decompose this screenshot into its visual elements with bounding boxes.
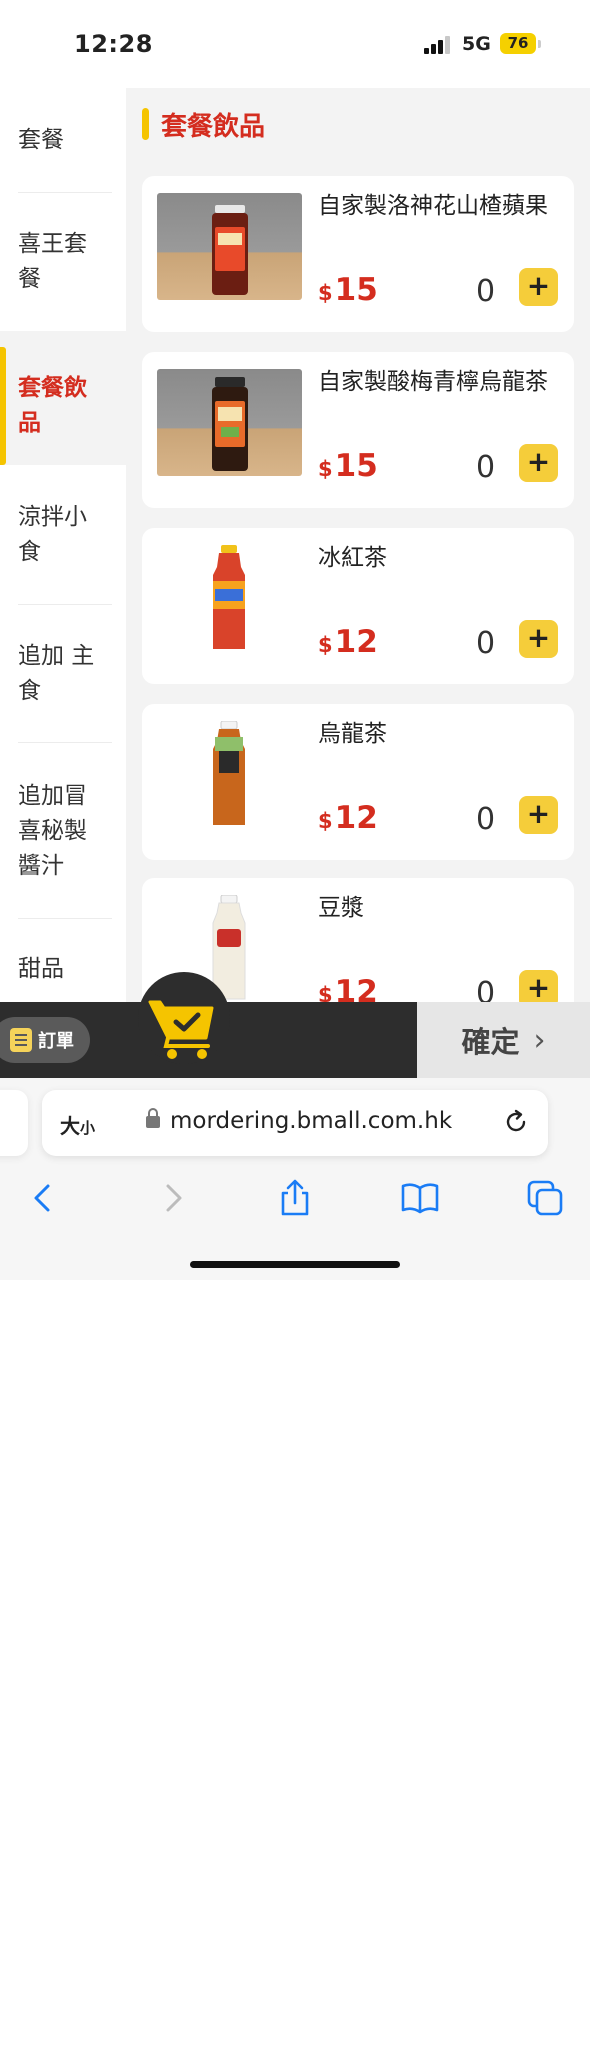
chevron-right-icon: ›: [533, 1022, 546, 1058]
sidebar-item-label: 追加冒喜秘製醬汁: [18, 782, 87, 879]
sidebar-item-dessert[interactable]: 甜品: [0, 919, 126, 1002]
address-bar[interactable]: 大小 mordering.bmall.com.hk: [42, 1090, 548, 1156]
text-size-button[interactable]: 大小: [60, 1110, 95, 1139]
sidebar-item-set-meal[interactable]: 套餐: [0, 88, 126, 193]
sidebar-item-label: 追加 主食: [18, 643, 95, 704]
product-card[interactable]: 自家製酸梅青檸烏龍茶 $15 0 +: [142, 352, 574, 508]
status-time: 12:28: [74, 30, 153, 58]
sidebar-item-label: 喜王套餐: [18, 231, 87, 292]
product-image: [157, 545, 302, 652]
currency-symbol: $: [318, 809, 333, 833]
sidebar-item-label: 套餐: [18, 127, 64, 153]
home-indicator: [190, 1261, 400, 1268]
category-sidebar: 套餐 喜王套餐 套餐飲品 涼拌小食 追加 主食 追加冒喜秘製醬汁 甜品: [0, 88, 126, 1002]
product-list: 套餐飲品 自家製洛神花山楂蘋果 $15 0 + 自家製酸梅青檸烏龍茶 $15 0…: [126, 88, 590, 1002]
currency-symbol: $: [318, 983, 333, 1002]
sidebar-item-label: 甜品: [18, 955, 64, 982]
sidebar-item-cold-dishes[interactable]: 涼拌小食: [0, 465, 126, 605]
product-price: $12: [318, 800, 378, 836]
product-name: 冰紅茶: [318, 545, 387, 571]
price-value: 12: [334, 974, 378, 1002]
product-card[interactable]: 烏龍茶 $12 0 +: [142, 704, 574, 860]
product-price: $15: [318, 272, 378, 308]
price-value: 12: [334, 800, 378, 836]
product-name: 自家製洛神花山楂蘋果: [318, 193, 548, 219]
add-to-cart-button[interactable]: +: [519, 970, 558, 1002]
quantity-display: 0: [476, 626, 496, 661]
product-name: 豆漿: [318, 895, 364, 921]
bottle-image: [212, 205, 248, 295]
sidebar-item-extra-sauce[interactable]: 追加冒喜秘製醬汁: [0, 743, 126, 919]
product-image: [157, 193, 302, 300]
share-icon[interactable]: [275, 1178, 315, 1218]
reload-icon[interactable]: [502, 1108, 530, 1136]
product-card[interactable]: 冰紅茶 $12 0 +: [142, 528, 574, 684]
sidebar-item-set-drinks[interactable]: 套餐飲品: [0, 347, 126, 465]
battery-icon: 76: [500, 33, 536, 54]
product-image: [157, 369, 302, 476]
bottle-image: [213, 721, 245, 825]
add-to-cart-button[interactable]: +: [519, 620, 558, 658]
product-price: $12: [318, 974, 378, 1002]
order-list-icon: [10, 1028, 32, 1052]
sidebar-item-label: 涼拌小食: [18, 504, 87, 565]
section-header: 套餐飲品: [142, 108, 266, 142]
cart-icon[interactable]: [148, 996, 218, 1060]
quantity-display: 0: [476, 274, 496, 309]
currency-symbol: $: [318, 457, 333, 481]
product-price: $12: [318, 624, 378, 660]
section-title: 套餐飲品: [161, 111, 266, 142]
bottle-image: [212, 377, 248, 471]
product-name: 自家製酸梅青檸烏龍茶: [318, 369, 548, 395]
confirm-button[interactable]: 確定 ›: [417, 1002, 590, 1078]
currency-symbol: $: [304, 2029, 320, 2057]
battery-tip: [538, 40, 541, 48]
price-value: 15: [334, 272, 378, 308]
order-label: 訂單: [38, 1031, 74, 1052]
quantity-display: 0: [476, 450, 496, 485]
confirm-label: 確定: [461, 1025, 520, 1059]
url-text: mordering.bmall.com.hk: [170, 1108, 453, 1134]
product-name: 烏龍茶: [318, 721, 387, 747]
quantity-display: 0: [476, 802, 496, 837]
text-size-large: 大: [60, 1114, 80, 1138]
sidebar-gap: [0, 331, 126, 347]
signal-icon: [424, 36, 452, 54]
bottle-image: [213, 545, 245, 649]
status-bar: 12:28 5G 76: [0, 0, 590, 88]
order-button[interactable]: 訂單: [0, 1017, 90, 1063]
total-value: 0: [323, 2020, 345, 2060]
add-to-cart-button[interactable]: +: [519, 444, 558, 482]
bookmarks-icon[interactable]: [400, 1178, 440, 1218]
sidebar-item-king-set[interactable]: 喜王套餐: [0, 193, 126, 331]
price-value: 15: [334, 448, 378, 484]
currency-symbol: $: [318, 633, 333, 657]
back-icon[interactable]: [24, 1178, 64, 1218]
sidebar-item-extra-staple[interactable]: 追加 主食: [0, 605, 126, 743]
previous-tab-edge[interactable]: [0, 1090, 28, 1156]
sidebar-item-label: 套餐飲品: [18, 375, 87, 436]
cart-total: $0: [304, 2020, 345, 2060]
section-accent-bar: [142, 108, 149, 140]
product-card[interactable]: 自家製洛神花山楂蘋果 $15 0 +: [142, 176, 574, 332]
add-to-cart-button[interactable]: +: [519, 796, 558, 834]
quantity-display: 0: [476, 976, 496, 1002]
product-image: [157, 721, 302, 828]
price-value: 12: [334, 624, 378, 660]
forward-icon[interactable]: [152, 1178, 192, 1218]
network-type: 5G: [462, 33, 491, 55]
currency-symbol: $: [318, 281, 333, 305]
browser-toolbar: 大小 mordering.bmall.com.hk: [0, 1078, 590, 1280]
tabs-icon[interactable]: [525, 1178, 565, 1218]
add-to-cart-button[interactable]: +: [519, 268, 558, 306]
text-size-small: 小: [80, 1119, 96, 1137]
lock-icon: [146, 1108, 160, 1128]
product-price: $15: [318, 448, 378, 484]
